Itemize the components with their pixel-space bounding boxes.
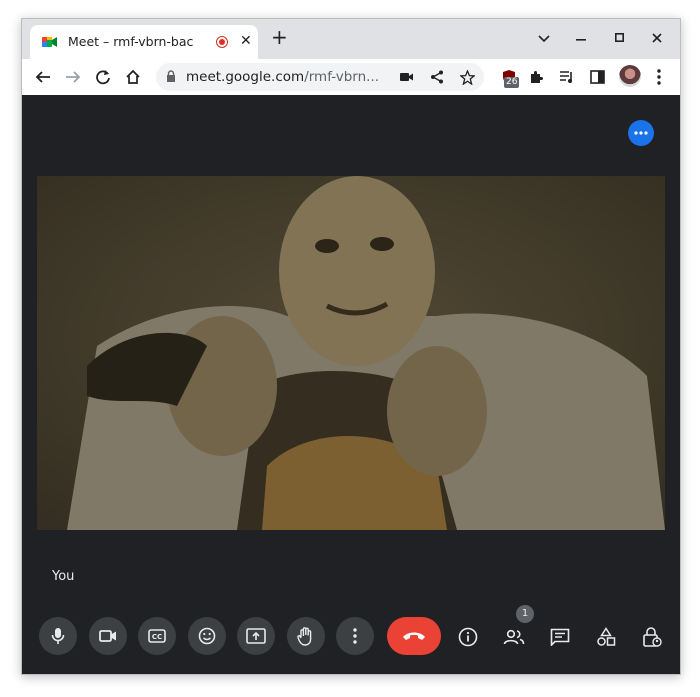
- present-button[interactable]: [237, 617, 275, 655]
- emoji-button[interactable]: [188, 617, 226, 655]
- camera-icon[interactable]: [398, 68, 416, 86]
- host-controls-icon: [643, 627, 662, 647]
- profile-avatar[interactable]: [619, 65, 641, 87]
- back-arrow-icon[interactable]: [32, 66, 54, 88]
- chat-button[interactable]: [545, 622, 575, 652]
- maximize-icon[interactable]: [615, 33, 624, 42]
- activities-icon: [597, 627, 616, 646]
- present-icon: [246, 628, 266, 644]
- reload-icon[interactable]: [92, 66, 114, 88]
- raise-hand-icon: [297, 627, 312, 646]
- mic-icon: [51, 628, 65, 644]
- side-panel-icon[interactable]: [586, 66, 608, 88]
- people-button[interactable]: [499, 622, 529, 652]
- lock-icon: [167, 70, 175, 82]
- tab-close-icon[interactable]: ✕: [240, 33, 252, 49]
- more-options-button[interactable]: [336, 617, 374, 655]
- host-controls-button[interactable]: [637, 622, 667, 652]
- info-icon: [458, 627, 478, 647]
- tab-meet[interactable]: Meet – rmf-vbrn-bac ✕: [30, 25, 258, 59]
- kebab-menu-icon[interactable]: [648, 66, 670, 88]
- end-call-button[interactable]: [387, 617, 441, 655]
- more-horizontal-icon: [634, 131, 648, 135]
- participant-video-image: [37, 176, 665, 530]
- end-call-icon: [403, 632, 425, 640]
- home-icon[interactable]: [122, 66, 144, 88]
- star-icon[interactable]: [458, 68, 476, 86]
- puzzle-icon[interactable]: [525, 66, 547, 88]
- extension-badge: 26: [504, 77, 520, 88]
- minimize-icon[interactable]: [576, 39, 586, 41]
- chat-icon: [550, 628, 570, 646]
- close-window-icon[interactable]: [652, 33, 662, 43]
- tab-title: Meet – rmf-vbrn-bac: [68, 34, 194, 49]
- browser-window: Meet – rmf-vbrn-bac ✕ + meet.google.com/…: [21, 18, 681, 675]
- meeting-options-button[interactable]: [628, 120, 654, 146]
- tab-search-chevron-icon[interactable]: [538, 35, 550, 43]
- meeting-details-button[interactable]: [453, 622, 483, 652]
- recording-icon: [216, 36, 228, 48]
- share-icon[interactable]: [428, 68, 446, 86]
- participants-count-badge: 1: [516, 605, 534, 623]
- browser-toolbar: meet.google.com/rmf-vbrn... 26: [22, 59, 680, 95]
- camera-icon: [99, 630, 116, 642]
- people-icon: [503, 629, 525, 645]
- address-bar[interactable]: meet.google.com/rmf-vbrn...: [156, 63, 484, 91]
- activities-button[interactable]: [591, 622, 621, 652]
- camera-button[interactable]: [89, 617, 127, 655]
- captions-icon: CC: [148, 629, 166, 643]
- self-video-feed: [37, 176, 665, 530]
- meet-favicon-icon: [42, 37, 57, 47]
- mic-button[interactable]: [39, 617, 77, 655]
- more-options-icon: [353, 628, 357, 644]
- url-text: meet.google.com/rmf-vbrn...: [186, 69, 380, 85]
- raise-hand-button[interactable]: [287, 617, 325, 655]
- emoji-icon: [198, 627, 216, 645]
- tab-strip: Meet – rmf-vbrn-bac ✕ +: [22, 19, 680, 59]
- self-label: You: [52, 569, 75, 584]
- forward-arrow-icon[interactable]: [62, 66, 84, 88]
- new-tab-button[interactable]: +: [271, 27, 288, 47]
- svg-text:CC: CC: [152, 633, 162, 641]
- captions-button[interactable]: CC: [138, 617, 176, 655]
- media-queue-icon[interactable]: [556, 66, 578, 88]
